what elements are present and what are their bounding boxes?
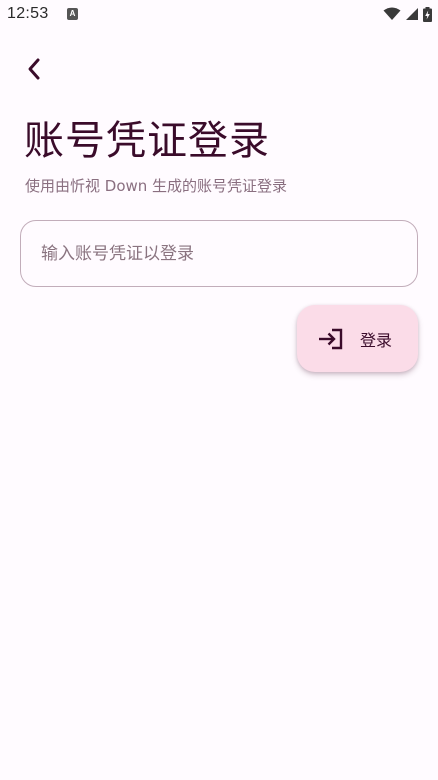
notification-icon-label: A [69,9,76,18]
status-bar: 12:53 A [0,0,438,30]
login-button[interactable]: 登录 [297,305,418,372]
battery-charging-icon [423,6,432,22]
signal-icon [406,8,418,20]
chevron-left-icon [28,58,40,80]
back-button[interactable] [14,50,54,88]
status-icons [383,6,432,22]
wifi-icon [383,7,401,20]
credential-input[interactable] [20,220,418,287]
login-screen: 12:53 A 账号凭证登录 使用由忻视 Down 生成的账号凭证登录 输入账号… [0,0,438,780]
login-icon [319,328,343,349]
status-time: 12:53 [7,5,49,22]
login-button-label: 登录 [360,330,393,350]
notification-icon: A [67,8,78,20]
page-subtitle: 使用由忻视 Down 生成的账号凭证登录 [25,177,288,195]
page-title: 账号凭证登录 [24,118,270,164]
